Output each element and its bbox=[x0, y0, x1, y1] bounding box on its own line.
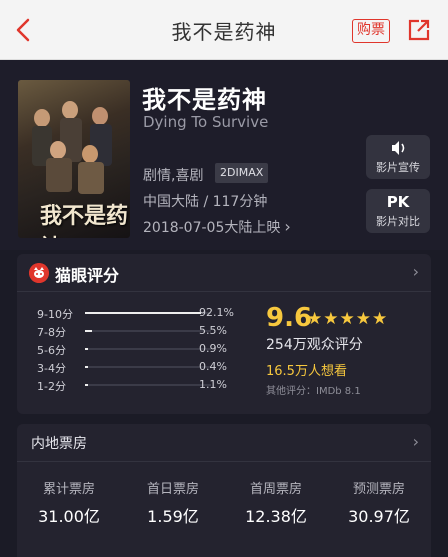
rating-range-label: 3-4分 bbox=[37, 362, 66, 375]
stat-value: 12.38亿 bbox=[245, 507, 307, 526]
movie-header: 我不是药神 我不是药神 Dying To Survive 剧情,喜剧 2DIMA… bbox=[0, 60, 448, 250]
movie-english-title: Dying To Survive bbox=[143, 113, 269, 131]
chevron-right-icon: › bbox=[412, 432, 419, 451]
rating-score: 9.6 bbox=[266, 303, 313, 333]
other-ratings: 其他评分：IMDb 8.1 bbox=[266, 386, 361, 397]
maoyan-cat-logo-icon bbox=[29, 263, 49, 283]
rating-percent: 0.4% bbox=[199, 360, 227, 373]
chevron-right-icon: › bbox=[412, 262, 419, 281]
rating-header-title: 猫眼评分 bbox=[55, 266, 120, 285]
rating-bar bbox=[85, 384, 88, 386]
star-rating-icon: ★★★★★ bbox=[307, 309, 389, 329]
rating-bar bbox=[85, 348, 88, 350]
promo-button-label: 影片宣传 bbox=[376, 161, 420, 174]
rating-bar bbox=[85, 330, 92, 332]
compare-button-label: 影片对比 bbox=[376, 215, 420, 228]
stat-label: 预测票房 bbox=[352, 482, 405, 497]
stat-value: 1.59亿 bbox=[147, 507, 199, 526]
pk-icon: PK bbox=[386, 193, 410, 211]
stat-label: 累计票房 bbox=[42, 482, 95, 497]
want-to-see-count: 16.5万人想看 bbox=[266, 364, 347, 379]
box-office-stat: 预测票房 30.97亿 bbox=[327, 478, 431, 527]
box-office-title: 内地票房 bbox=[31, 436, 87, 452]
speaker-icon bbox=[392, 141, 405, 155]
audience-vote-count: 254万观众评分 bbox=[266, 337, 363, 353]
poster-title: 我不是药神 bbox=[40, 203, 129, 238]
rating-bar bbox=[85, 366, 88, 368]
rating-range-label: 7-8分 bbox=[37, 326, 66, 339]
release-date: 2018-07-05大陆上映 bbox=[143, 220, 281, 236]
stat-label: 首周票房 bbox=[249, 482, 302, 497]
rating-percent: 5.5% bbox=[199, 324, 227, 337]
stat-value: 31.00亿 bbox=[38, 507, 100, 526]
box-office-stat: 首周票房 12.38亿 bbox=[224, 478, 328, 527]
rating-percent: 0.9% bbox=[199, 342, 227, 355]
stat-label: 首日票房 bbox=[146, 482, 199, 497]
compare-button[interactable]: PK 影片对比 bbox=[366, 189, 430, 233]
release-info[interactable]: 2018-07-05大陆上映 › bbox=[143, 217, 291, 237]
buy-ticket-button[interactable]: 购票 bbox=[352, 19, 390, 43]
format-badge: 2DIMAX bbox=[215, 163, 269, 183]
rating-percent: 1.1% bbox=[199, 378, 227, 391]
rating-range-label: 9-10分 bbox=[37, 308, 73, 321]
rating-range-label: 5-6分 bbox=[37, 344, 66, 357]
region-runtime: 中国大陆 / 117分钟 bbox=[143, 194, 268, 210]
movie-poster[interactable]: 我不是药神 bbox=[18, 80, 130, 238]
box-office-header[interactable]: 内地票房 › bbox=[17, 424, 431, 462]
stat-value: 30.97亿 bbox=[348, 507, 410, 526]
share-icon[interactable] bbox=[406, 17, 432, 43]
promo-button[interactable]: 影片宣传 bbox=[366, 135, 430, 179]
rating-card[interactable]: 猫眼评分 › 9-10分 92.1% 7-8分 5.5% 5-6分 0.9% 3… bbox=[17, 254, 431, 414]
top-nav-bar: 我不是药神 购票 bbox=[0, 0, 448, 60]
chevron-right-icon: › bbox=[284, 217, 291, 236]
box-office-stat: 首日票房 1.59亿 bbox=[121, 478, 225, 527]
movie-title: 我不是药神 bbox=[142, 86, 267, 114]
rating-range-label: 1-2分 bbox=[37, 380, 66, 393]
box-office-stat: 累计票房 31.00亿 bbox=[17, 478, 121, 527]
rating-percent: 92.1% bbox=[199, 306, 234, 319]
rating-bar bbox=[85, 312, 202, 314]
box-office-card[interactable]: 内地票房 › 累计票房 31.00亿 首日票房 1.59亿 首周票房 12.38… bbox=[17, 424, 431, 557]
movie-genre: 剧情,喜剧 bbox=[143, 168, 204, 184]
rating-card-header[interactable]: 猫眼评分 › bbox=[17, 254, 431, 292]
